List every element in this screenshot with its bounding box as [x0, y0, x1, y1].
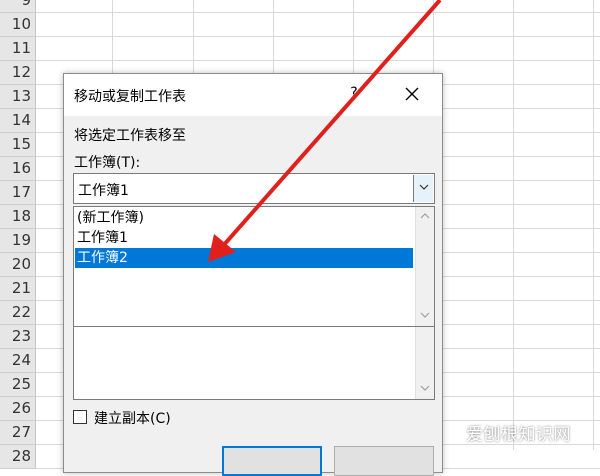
ok-button[interactable] [222, 446, 322, 476]
row-header[interactable]: 18 [0, 205, 36, 229]
row-header[interactable]: 28 [0, 445, 36, 469]
help-button[interactable]: ? [342, 82, 366, 106]
list-item-selected[interactable]: 工作簿2 [75, 248, 413, 268]
chevron-down-icon [420, 385, 430, 391]
row-header[interactable]: 20 [0, 253, 36, 277]
help-icon: ? [350, 85, 358, 101]
watermark-text: 爱刨根知识网 [466, 425, 571, 445]
row-header[interactable]: 26 [0, 397, 36, 421]
list-item[interactable]: (新工作簿) [75, 208, 413, 228]
move-to-label: 将选定工作表移至 [74, 128, 186, 144]
dialog-title: 移动或复制工作表 [74, 89, 186, 105]
row-header[interactable]: 17 [0, 181, 36, 205]
grid-line [593, 0, 594, 450]
row-header[interactable]: 27 [0, 421, 36, 445]
row-header[interactable]: 24 [0, 349, 36, 373]
grid-line [36, 60, 600, 61]
close-button[interactable] [397, 81, 427, 109]
row-header[interactable]: 25 [0, 373, 36, 397]
scroll-down-button[interactable] [416, 308, 434, 324]
grid-line [36, 36, 600, 37]
secondary-list-scrollbar[interactable] [415, 327, 434, 399]
row-header[interactable]: 16 [0, 157, 36, 181]
chevron-down-icon [419, 184, 428, 190]
workbook-dropdown-value: 工作簿1 [78, 183, 129, 199]
scroll-down-button[interactable] [416, 381, 434, 397]
list-scrollbar[interactable] [415, 207, 434, 326]
row-header[interactable]: 15 [0, 133, 36, 157]
row-header[interactable]: 13 [0, 85, 36, 109]
list-item[interactable]: 工作簿1 [75, 228, 413, 248]
row-header[interactable]: 23 [0, 325, 36, 349]
dropdown-toggle-button[interactable] [413, 175, 433, 202]
move-copy-sheet-dialog: 移动或复制工作表 ? 将选定工作表移至 工作簿(T): 工作簿1 (新工作簿) … [63, 73, 443, 476]
chevron-up-icon [420, 213, 430, 219]
row-header[interactable]: 21 [0, 277, 36, 301]
secondary-list[interactable] [73, 326, 435, 400]
cancel-button[interactable] [334, 446, 434, 476]
row-header[interactable]: 14 [0, 109, 36, 133]
row-header[interactable]: 9 [0, 0, 36, 13]
scroll-up-button[interactable] [416, 209, 434, 225]
row-header[interactable]: 22 [0, 301, 36, 325]
workbook-dropdown[interactable]: 工作簿1 [73, 173, 435, 204]
workbook-label: 工作簿(T): [74, 155, 141, 171]
sheet-position-list[interactable]: (新工作簿) 工作簿1 工作簿2 [73, 206, 435, 327]
create-copy-label[interactable]: 建立副本(C) [94, 408, 171, 428]
row-header[interactable]: 19 [0, 229, 36, 253]
dialog-titlebar: 移动或复制工作表 ? [64, 74, 442, 116]
close-icon [405, 87, 419, 101]
row-header[interactable]: 11 [0, 37, 36, 61]
grid-line [36, 12, 600, 13]
row-header[interactable]: 12 [0, 61, 36, 85]
chevron-down-icon [420, 312, 430, 318]
create-copy-checkbox[interactable] [73, 410, 87, 424]
grid-line [513, 0, 514, 450]
row-header[interactable]: 10 [0, 13, 36, 37]
